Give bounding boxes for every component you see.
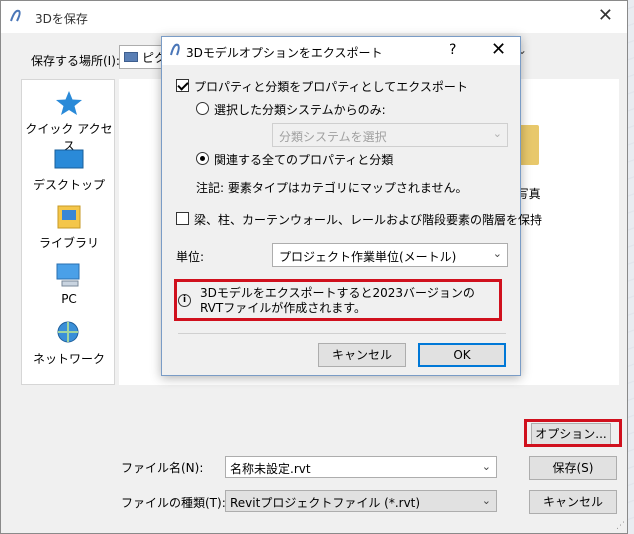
export-options-dialog: 3Dモデルオプションをエクスポート ? ✕ プロパティと分類をプロパティとしてエ… xyxy=(161,36,542,376)
radio-selected-only-label: 選択した分類システムからのみ: xyxy=(214,103,386,117)
autodesk-logo-icon xyxy=(10,9,21,22)
ok-button[interactable]: OK xyxy=(418,343,506,367)
keep-hierarchy-checkbox[interactable] xyxy=(176,212,189,225)
divider xyxy=(178,333,506,334)
cancel-button[interactable]: キャンセル xyxy=(529,490,617,514)
sidebar-item-library[interactable]: ライブラリ xyxy=(22,204,116,251)
radio-all-related-label: 関連する全てのプロパティと分類 xyxy=(214,153,394,167)
radio-all-related[interactable] xyxy=(196,152,209,165)
info-icon: i xyxy=(178,294,191,307)
filetype-label: ファイルの種類(T): xyxy=(121,496,226,510)
sidebar-item-desktop[interactable]: デスクトップ xyxy=(22,148,116,193)
save-dialog-titlebar: 3Dを保存 ✕ xyxy=(1,1,627,33)
desktop-icon xyxy=(54,149,84,169)
save-location-label: 保存する場所(I): xyxy=(31,54,120,68)
options-dialog-titlebar: 3Dモデルオプションをエクスポート ? ✕ xyxy=(162,37,520,65)
info-text: 3Dモデルをエクスポートすると2023バージョンのRVTファイルが作成されます。 xyxy=(200,286,475,315)
sidebar-item-pc[interactable]: PC xyxy=(22,262,116,306)
radio-selected-only[interactable] xyxy=(196,102,209,115)
options-highlight-frame xyxy=(524,419,622,447)
close-icon[interactable]: ✕ xyxy=(598,7,613,25)
pictures-folder-icon xyxy=(124,52,138,62)
sidebar-item-label: ライブラリ xyxy=(38,236,99,250)
help-icon[interactable]: ? xyxy=(449,42,456,58)
library-icon xyxy=(57,205,81,229)
save-dialog-title: 3Dを保存 xyxy=(35,12,88,26)
resize-grip-icon[interactable]: ⋰ xyxy=(616,521,625,531)
options-dialog-title: 3Dモデルオプションをエクスポート xyxy=(186,46,383,60)
pc-icon xyxy=(56,263,80,287)
sidebar-item-label: ネットワーク xyxy=(32,352,105,366)
sidebar-item-quick-access[interactable]: クイック アクセス xyxy=(22,90,116,154)
sidebar-item-label: デスクトップ xyxy=(32,178,105,192)
filename-value: 名称未設定.rvt xyxy=(230,462,311,476)
chevron-down-icon[interactable]: ⌄ xyxy=(482,494,491,507)
filename-input[interactable]: 名称未設定.rvt ⌄ xyxy=(225,456,497,478)
save-button[interactable]: 保存(S) xyxy=(529,456,617,480)
places-sidebar: クイック アクセス デスクトップ ライブラリ PC ネットワーク xyxy=(21,79,115,385)
unit-label: 単位: xyxy=(176,250,205,264)
options-cancel-button[interactable]: キャンセル xyxy=(318,343,406,367)
chevron-down-icon: ⌄ xyxy=(492,127,502,140)
unit-value: プロジェクト作業単位(メートル) xyxy=(279,250,457,264)
chevron-down-icon[interactable]: ⌄ xyxy=(493,247,502,260)
filetype-select[interactable]: Revitプロジェクトファイル (*.rvt) ⌄ xyxy=(225,490,497,512)
export-props-label: プロパティと分類をプロパティとしてエクスポート xyxy=(194,80,468,94)
chevron-down-icon[interactable]: ⌄ xyxy=(482,460,491,473)
filename-label: ファイル名(N): xyxy=(121,461,204,475)
classification-system-select: 分類システムを選択 ⌄ xyxy=(272,123,508,147)
filetype-value: Revitプロジェクトファイル (*.rvt) xyxy=(230,496,421,510)
sidebar-item-label: PC xyxy=(61,292,77,306)
unit-select[interactable]: プロジェクト作業単位(メートル) ⌄ xyxy=(272,243,508,267)
star-icon xyxy=(56,91,82,115)
keep-hierarchy-label: 梁、柱、カーテンウォール、レールおよび階段要素の階層を保持 xyxy=(194,213,543,227)
network-icon xyxy=(57,321,79,343)
export-props-checkbox[interactable] xyxy=(176,79,189,92)
note-text: 注記: 要素タイプはカテゴリにマップされません。 xyxy=(196,181,468,195)
autodesk-logo-icon xyxy=(170,43,180,56)
sidebar-item-network[interactable]: ネットワーク xyxy=(22,320,116,367)
classification-placeholder: 分類システムを選択 xyxy=(279,130,387,144)
close-icon[interactable]: ✕ xyxy=(491,39,506,60)
